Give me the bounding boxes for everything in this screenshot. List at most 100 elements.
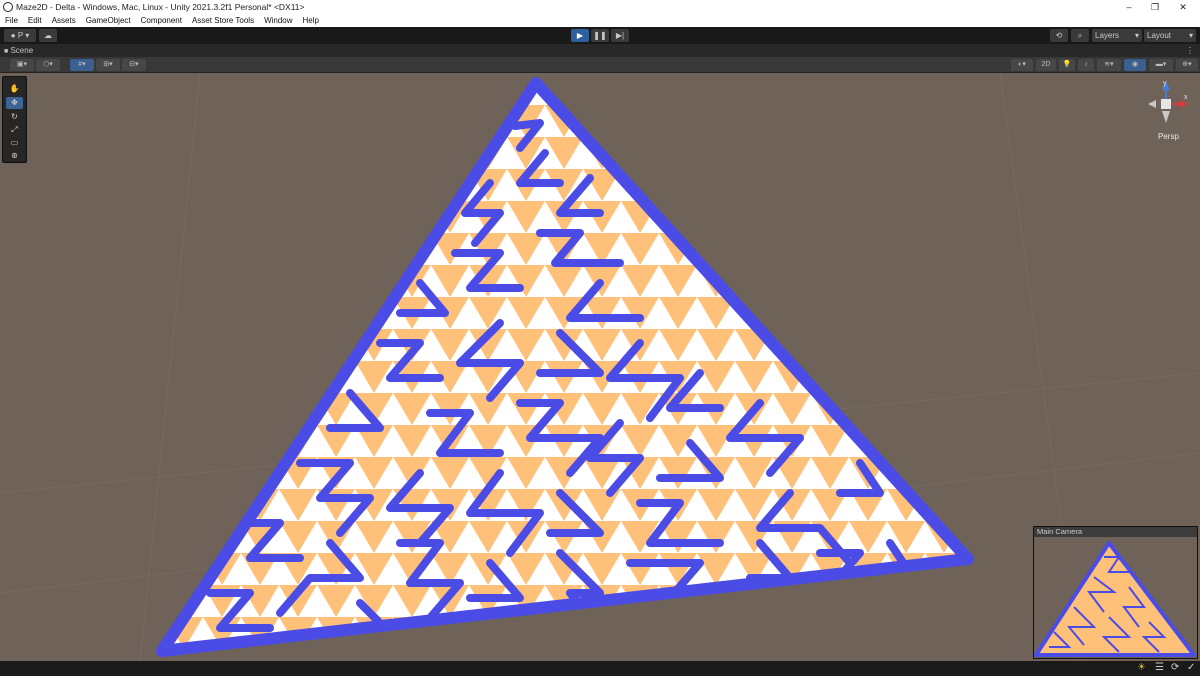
cloud-button[interactable]: ☁ bbox=[39, 29, 57, 42]
gizmo-x-label: x bbox=[1184, 94, 1188, 101]
layers-dropdown[interactable]: Layers ▾ bbox=[1092, 29, 1142, 42]
main-toolbar: ● P ▾ ☁ ▶ ❚❚ ▶| ⟲ ⌕ Layers ▾ Layout ▾ bbox=[0, 27, 1200, 44]
layout-label: Layout bbox=[1147, 31, 1172, 40]
effects-dropdown[interactable]: ≋▾ bbox=[1097, 59, 1121, 71]
tab-scene-label: Scene bbox=[10, 46, 34, 55]
draw-mode-dropdown[interactable]: ▣▾ bbox=[10, 59, 34, 71]
shaded-icon: ▣▾ bbox=[16, 61, 28, 68]
lighting-status-icon[interactable]: ☀ bbox=[1137, 662, 1146, 673]
scale-icon: ⤢ bbox=[11, 125, 18, 134]
chevron-down-icon: ▾ bbox=[1134, 31, 1139, 40]
transform-icon: ⊛ bbox=[11, 151, 18, 160]
scale-tool[interactable]: ⤢ bbox=[6, 124, 23, 136]
audio-toggle[interactable]: ♪ bbox=[1078, 59, 1094, 71]
history-button[interactable]: ⟲ bbox=[1050, 29, 1068, 42]
menu-gameobject[interactable]: GameObject bbox=[81, 16, 136, 25]
cache-icon[interactable]: ☰ bbox=[1155, 662, 1164, 673]
minimize-icon[interactable]: – bbox=[1116, 0, 1142, 14]
cube-icon: ⬡▾ bbox=[43, 61, 53, 68]
gizmos-dropdown[interactable]: ⊕▾ bbox=[1176, 59, 1198, 71]
camera-preview-title: Main Camera bbox=[1034, 527, 1197, 537]
checkmark-icon[interactable]: ✓ bbox=[1187, 662, 1195, 673]
status-bar: ☀ ☰ ⟳ ✓ bbox=[0, 661, 1200, 676]
menu-bar: File Edit Assets GameObject Component As… bbox=[0, 14, 1200, 27]
menu-asset-store-tools[interactable]: Asset Store Tools bbox=[187, 16, 259, 25]
camera-dropdown[interactable]: ▬▾ bbox=[1149, 59, 1173, 71]
scene-tools-panel: ✋ ✥ ↻ ⤢ ▭ ⊛ bbox=[2, 76, 27, 163]
window-title: Maze2D - Delta - Windows, Mac, Linux - U… bbox=[16, 2, 305, 12]
rotate-icon: ↻ bbox=[11, 112, 18, 121]
snap-increment-dropdown[interactable]: ⊞▾ bbox=[96, 59, 120, 71]
y-axis-cone[interactable] bbox=[1162, 111, 1170, 123]
mode-2d-label: 2D bbox=[1041, 61, 1051, 68]
grid-icon: #▾ bbox=[78, 61, 86, 68]
cloud-icon: ☁ bbox=[44, 31, 52, 40]
scene-viewport[interactable]: y x Persp bbox=[0, 73, 1200, 661]
transform-tool[interactable]: ⊛ bbox=[6, 150, 23, 162]
network-icon[interactable]: ⟳ bbox=[1171, 662, 1179, 673]
projection-label[interactable]: Persp bbox=[1158, 132, 1179, 141]
pause-button[interactable]: ❚❚ bbox=[591, 29, 609, 42]
more-options-icon[interactable]: ⋮ bbox=[1186, 44, 1194, 57]
tab-scene[interactable]: ■ Scene bbox=[4, 44, 33, 57]
camera-preview: Main Camera bbox=[1033, 526, 1198, 659]
chevron-down-icon: ▾ bbox=[25, 31, 30, 40]
move-tool[interactable]: ✥ bbox=[6, 97, 23, 109]
history-icon: ⟲ bbox=[1055, 31, 1063, 40]
align-dropdown[interactable]: ⊟▾ bbox=[122, 59, 146, 71]
menu-file[interactable]: File bbox=[0, 16, 23, 25]
scene-toolbar: ▣▾ ⬡▾ #▾ ⊞▾ ⊟▾ ◐▾ 2D 💡 ♪ ≋▾ ◉ ▬▾ ⊕▾ bbox=[0, 57, 1200, 73]
hand-icon: ✋ bbox=[9, 84, 20, 93]
orientation-gizmo[interactable]: y x Persp bbox=[1148, 80, 1188, 141]
snap-icon: ⊞▾ bbox=[103, 61, 113, 68]
search-button[interactable]: ⌕ bbox=[1071, 29, 1089, 42]
rect-tool[interactable]: ▭ bbox=[6, 137, 23, 149]
layers-label: Layers bbox=[1095, 31, 1120, 40]
grid-snap-dropdown[interactable]: #▾ bbox=[70, 59, 94, 71]
camera-preview-image bbox=[1034, 537, 1197, 658]
hand-tool[interactable]: ✋ bbox=[6, 83, 23, 95]
rotate-tool[interactable]: ↻ bbox=[6, 111, 23, 123]
eye-icon: ◉ bbox=[1131, 61, 1139, 68]
account-dropdown[interactable]: ● P ▾ bbox=[4, 29, 36, 42]
render-mode-dropdown[interactable]: ⬡▾ bbox=[36, 59, 60, 71]
tab-strip: ■ Scene ⋮ bbox=[0, 44, 1200, 57]
pause-icon: ❚❚ bbox=[593, 31, 607, 40]
step-button[interactable]: ▶| bbox=[611, 29, 629, 42]
neg-x-axis-cone[interactable] bbox=[1148, 100, 1156, 108]
play-icon: ▶ bbox=[576, 31, 584, 40]
gizmo-y-label: y bbox=[1163, 80, 1167, 87]
play-button[interactable]: ▶ bbox=[571, 29, 589, 42]
menu-window[interactable]: Window bbox=[259, 16, 297, 25]
camera-icon: ▬▾ bbox=[1155, 61, 1167, 68]
align-icon: ⊟▾ bbox=[129, 61, 139, 68]
audio-icon: ♪ bbox=[1084, 61, 1088, 68]
menu-help[interactable]: Help bbox=[298, 16, 324, 25]
x-axis-cone[interactable] bbox=[1180, 100, 1188, 108]
light-icon: 💡 bbox=[1062, 61, 1072, 68]
menu-assets[interactable]: Assets bbox=[47, 16, 81, 25]
globe-icon: ⊕▾ bbox=[1182, 61, 1192, 68]
shading-dropdown[interactable]: ◐▾ bbox=[1011, 59, 1033, 71]
visibility-toggle[interactable]: ◉ bbox=[1124, 59, 1146, 71]
scene-canvas[interactable]: y x Persp bbox=[0, 73, 1200, 661]
chevron-down-icon: ▾ bbox=[1188, 31, 1193, 40]
search-icon: ⌕ bbox=[1077, 31, 1083, 40]
scene-icon: ■ bbox=[4, 48, 9, 55]
sphere-icon: ◐▾ bbox=[1018, 61, 1026, 68]
move-icon: ✥ bbox=[11, 98, 18, 107]
menu-component[interactable]: Component bbox=[136, 16, 187, 25]
mode-2d-toggle[interactable]: 2D bbox=[1036, 59, 1056, 71]
rect-icon: ▭ bbox=[10, 138, 19, 147]
title-bar: Maze2D - Delta - Windows, Mac, Linux - U… bbox=[0, 0, 1200, 14]
step-icon: ▶| bbox=[615, 31, 625, 40]
unity-logo-icon bbox=[3, 2, 13, 12]
lighting-toggle[interactable]: 💡 bbox=[1059, 59, 1075, 71]
close-icon[interactable]: ✕ bbox=[1170, 0, 1196, 14]
restore-icon[interactable]: ❐ bbox=[1142, 0, 1168, 14]
account-label: P bbox=[17, 31, 24, 40]
gizmo-center[interactable] bbox=[1161, 99, 1171, 109]
menu-edit[interactable]: Edit bbox=[23, 16, 47, 25]
layout-dropdown[interactable]: Layout ▾ bbox=[1144, 29, 1196, 42]
account-icon: ● bbox=[10, 31, 16, 40]
